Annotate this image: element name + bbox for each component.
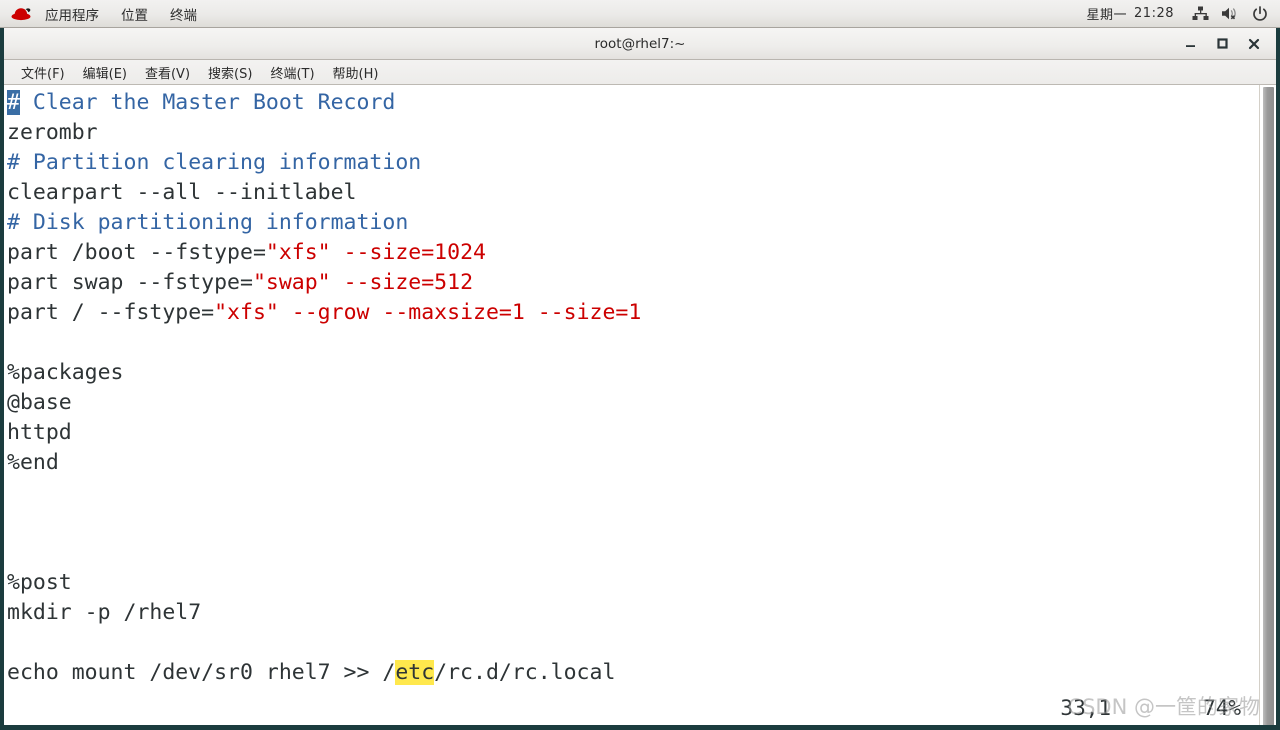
menu-edit[interactable]: 编辑(E) [74, 60, 136, 84]
editor-line: # Disk partitioning information [7, 208, 1259, 238]
editor-span [331, 270, 344, 295]
editor-span: --size=1024 [343, 240, 486, 265]
menu-terminal[interactable]: 终端(T) [261, 60, 323, 84]
maximize-button[interactable] [1206, 31, 1238, 57]
menu-edit-label: 编辑(E) [82, 66, 127, 82]
editor-span: @base [7, 390, 72, 415]
editor-span: part swap --fstype= [7, 270, 253, 295]
editor-line: %end [7, 448, 1259, 478]
panel-left-group: 应用程序 位置 终端 [0, 0, 208, 27]
menu-terminal-label: 终端(T) [270, 66, 315, 82]
menu-search[interactable]: 搜索(S) [199, 60, 261, 84]
desktop-screen: 应用程序 位置 终端 星期一 21:28 root@rhel7:~ 文件(F) … [0, 0, 1280, 730]
cursor-position: 33,1 [1060, 696, 1111, 720]
editor-line: # Clear the Master Boot Record [7, 88, 1259, 118]
menu-help[interactable]: 帮助(H) [324, 60, 388, 84]
editor-line: mkdir -p /rhel7 [7, 598, 1259, 628]
editor-span: %end [7, 450, 59, 475]
editor-line: %packages [7, 358, 1259, 388]
window-controls [1174, 28, 1270, 59]
network-icon[interactable] [1188, 3, 1212, 25]
editor-span: etc [395, 660, 435, 685]
editor-span [331, 240, 344, 265]
panel-clock-time: 21:28 [1134, 6, 1174, 21]
editor-span: clearpart --all --initlabel [7, 180, 357, 205]
editor-span: "swap" [252, 270, 331, 295]
menu-search-label: 搜索(S) [208, 66, 253, 82]
menu-view-label: 查看(V) [144, 66, 191, 82]
editor-span: part /boot --fstype= [7, 240, 266, 265]
panel-menu-places-label: 位置 [121, 7, 148, 24]
editor-line: @base [7, 388, 1259, 418]
gnome-top-panel: 应用程序 位置 终端 星期一 21:28 [0, 0, 1280, 28]
editor-line: zerombr [7, 118, 1259, 148]
editor-status-line: 33,1 74% [4, 693, 1259, 723]
editor-line: httpd [7, 418, 1259, 448]
editor-span: echo mount /dev/sr0 rhel7 >> / [7, 660, 396, 685]
editor-span: zerombr [7, 120, 98, 145]
editor-line: clearpart --all --initlabel [7, 178, 1259, 208]
window-title: root@rhel7:~ [594, 35, 686, 52]
panel-clock[interactable]: 星期一 21:28 [1079, 4, 1182, 23]
editor-line: part / --fstype="xfs" --grow --maxsize=1… [7, 298, 1259, 328]
editor-span: # [7, 90, 20, 115]
panel-menu-terminal-label: 终端 [170, 7, 197, 24]
menu-help-label: 帮助(H) [332, 66, 379, 82]
editor-span: mkdir -p /rhel7 [7, 600, 202, 625]
editor-span: --size=512 [343, 270, 474, 295]
editor-text-area[interactable]: # Clear the Master Boot Record zerombr # P… [4, 85, 1259, 725]
editor-span: httpd [7, 420, 72, 445]
panel-menu-applications-label: 应用程序 [45, 7, 99, 24]
terminal-body[interactable]: # Clear the Master Boot Record zerombr # P… [4, 85, 1276, 725]
editor-line: %post [7, 568, 1259, 598]
panel-menu-places[interactable]: 位置 [110, 0, 159, 27]
editor-span: --grow --maxsize=1 --size=1 [291, 300, 642, 325]
red-hat-logo [8, 1, 34, 27]
terminal-menubar: 文件(F) 编辑(E) 查看(V) 搜索(S) 终端(T) 帮助(H) [4, 60, 1276, 85]
terminal-window: root@rhel7:~ 文件(F) 编辑(E) 查看(V) 搜索(S) 终端(… [0, 28, 1280, 730]
panel-menu-applications[interactable]: 应用程序 [34, 0, 110, 27]
editor-span: "xfs" [214, 300, 279, 325]
volume-muted-icon[interactable] [1218, 3, 1242, 25]
editor-span: Clear the Master Boot Record [19, 90, 396, 115]
editor-span: %post [7, 570, 72, 595]
menu-view[interactable]: 查看(V) [136, 60, 199, 84]
scroll-percent: 74% [1203, 696, 1241, 720]
editor-span: # Partition clearing information [7, 150, 422, 175]
editor-span: /rc.d/rc.local [434, 660, 616, 685]
power-icon[interactable] [1248, 3, 1272, 25]
panel-tray-group: 星期一 21:28 [1079, 0, 1280, 27]
scrollbar-thumb[interactable] [1263, 87, 1274, 725]
terminal-scrollbar[interactable] [1259, 85, 1276, 725]
panel-menu-terminal[interactable]: 终端 [159, 0, 208, 27]
editor-span: "xfs" [265, 240, 331, 265]
panel-clock-day: 星期一 [1086, 8, 1128, 23]
menu-file-label: 文件(F) [21, 66, 65, 82]
editor-span: # Disk partitioning information [7, 210, 409, 235]
minimize-button[interactable] [1174, 31, 1206, 57]
editor-line: # Partition clearing information [7, 148, 1259, 178]
editor-span: %packages [7, 360, 124, 385]
editor-line: part swap --fstype="swap" --size=512 [7, 268, 1259, 298]
menu-file[interactable]: 文件(F) [12, 60, 74, 84]
editor-span [279, 300, 292, 325]
editor-span: part / --fstype= [7, 300, 215, 325]
editor-line: echo mount /dev/sr0 rhel7 >> /etc/rc.d/r… [7, 658, 1259, 688]
editor-line: part /boot --fstype="xfs" --size=1024 [7, 238, 1259, 268]
close-button[interactable] [1238, 31, 1270, 57]
window-titlebar[interactable]: root@rhel7:~ [4, 28, 1276, 60]
